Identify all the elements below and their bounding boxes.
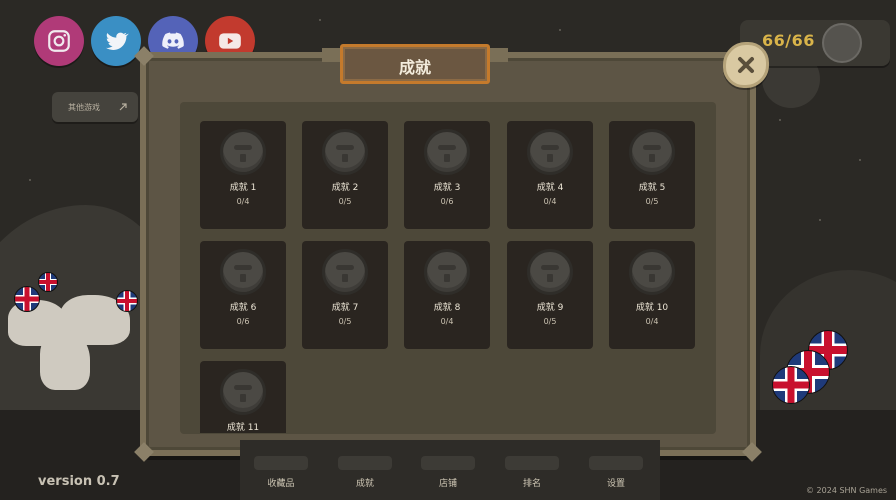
other-games-label: 其他游戏 — [68, 102, 100, 112]
modal-title: 成就 — [398, 58, 431, 77]
close-icon — [738, 57, 754, 73]
achievement-card[interactable]: 成就 11 — [200, 361, 286, 433]
achievement-progress: 0/5 — [645, 197, 659, 206]
achievement-progress: 0/4 — [543, 197, 557, 206]
achievement-card[interactable]: 成就 5 0/5 — [609, 121, 695, 229]
instagram-icon — [48, 30, 70, 52]
nav-tab-icon — [338, 456, 392, 470]
achievement-progress: 0/4 — [440, 317, 454, 326]
achievement-card[interactable]: 成就 9 0/5 — [507, 241, 593, 349]
locked-achievement-icon — [527, 129, 573, 175]
copyright-label: © 2024 SHN Games — [806, 486, 888, 495]
achievement-card[interactable]: 成就 2 0/5 — [302, 121, 388, 229]
achievement-name: 成就 9 — [536, 303, 564, 313]
achievement-progress: 0/6 — [236, 317, 250, 326]
nav-tab-icon — [421, 456, 475, 470]
twitter-icon — [106, 32, 129, 50]
achievement-card[interactable]: 成就 6 0/6 — [200, 241, 286, 349]
achievement-progress: 0/6 — [440, 197, 454, 206]
nav-tab[interactable]: 收藏品 — [253, 476, 309, 489]
nav-tab[interactable]: 成就 — [337, 476, 393, 489]
discord-icon — [162, 32, 184, 49]
achievement-name: 成就 4 — [536, 183, 564, 193]
instagram-button[interactable] — [34, 16, 84, 66]
locked-achievement-icon — [322, 129, 368, 175]
achievement-progress: 0/5 — [543, 317, 557, 326]
achievement-card[interactable]: 成就 7 0/5 — [302, 241, 388, 349]
achievement-name: 成就 6 — [229, 303, 257, 313]
locked-achievement-icon — [822, 23, 862, 63]
achievement-name: 成就 1 — [229, 183, 257, 193]
achievement-name: 成就 3 — [433, 183, 461, 193]
achievement-name: 成就 2 — [331, 183, 359, 193]
locked-achievement-icon — [527, 249, 573, 295]
counter-value: 66/66 — [762, 31, 815, 50]
achievement-card[interactable]: 成就 10 0/4 — [609, 241, 695, 349]
locked-achievement-icon — [629, 249, 675, 295]
locked-achievement-icon — [220, 129, 266, 175]
close-button[interactable] — [723, 42, 769, 88]
locked-achievement-icon — [220, 249, 266, 295]
bottom-nav — [240, 440, 660, 500]
achievement-card[interactable]: 成就 1 0/4 — [200, 121, 286, 229]
modal-title-ribbon: 成就 — [322, 40, 508, 84]
achievement-name: 成就 8 — [433, 303, 461, 313]
achievement-name: 成就 5 — [638, 183, 666, 193]
nav-tab-icon — [254, 456, 308, 470]
achievement-name: 成就 11 — [226, 423, 260, 433]
locked-achievement-icon — [424, 129, 470, 175]
achievement-card[interactable]: 成就 3 0/6 — [404, 121, 490, 229]
locked-achievement-icon — [424, 249, 470, 295]
nav-tab[interactable]: 排名 — [504, 476, 560, 489]
nav-tab[interactable]: 店铺 — [420, 476, 476, 489]
achievement-progress: 0/4 — [236, 197, 250, 206]
achievement-progress: 0/5 — [338, 317, 352, 326]
achievement-name: 成就 7 — [331, 303, 359, 313]
achievement-card[interactable]: 成就 8 0/4 — [404, 241, 490, 349]
achievement-card[interactable]: 成就 4 0/4 — [507, 121, 593, 229]
locked-achievement-icon — [322, 249, 368, 295]
locked-achievement-icon — [220, 369, 266, 415]
youtube-icon — [219, 33, 241, 49]
locked-achievement-icon — [629, 129, 675, 175]
nav-tab[interactable]: 设置 — [588, 476, 644, 489]
external-link-icon — [119, 103, 127, 111]
version-label: version 0.7 — [38, 474, 120, 489]
other-games-button[interactable]: 其他游戏 — [52, 92, 138, 122]
twitter-button[interactable] — [91, 16, 141, 66]
nav-tab-icon — [589, 456, 643, 470]
achievement-progress: 0/4 — [645, 317, 659, 326]
achievement-progress: 0/5 — [338, 197, 352, 206]
nav-tab-icon — [505, 456, 559, 470]
achievement-name: 成就 10 — [635, 303, 669, 313]
